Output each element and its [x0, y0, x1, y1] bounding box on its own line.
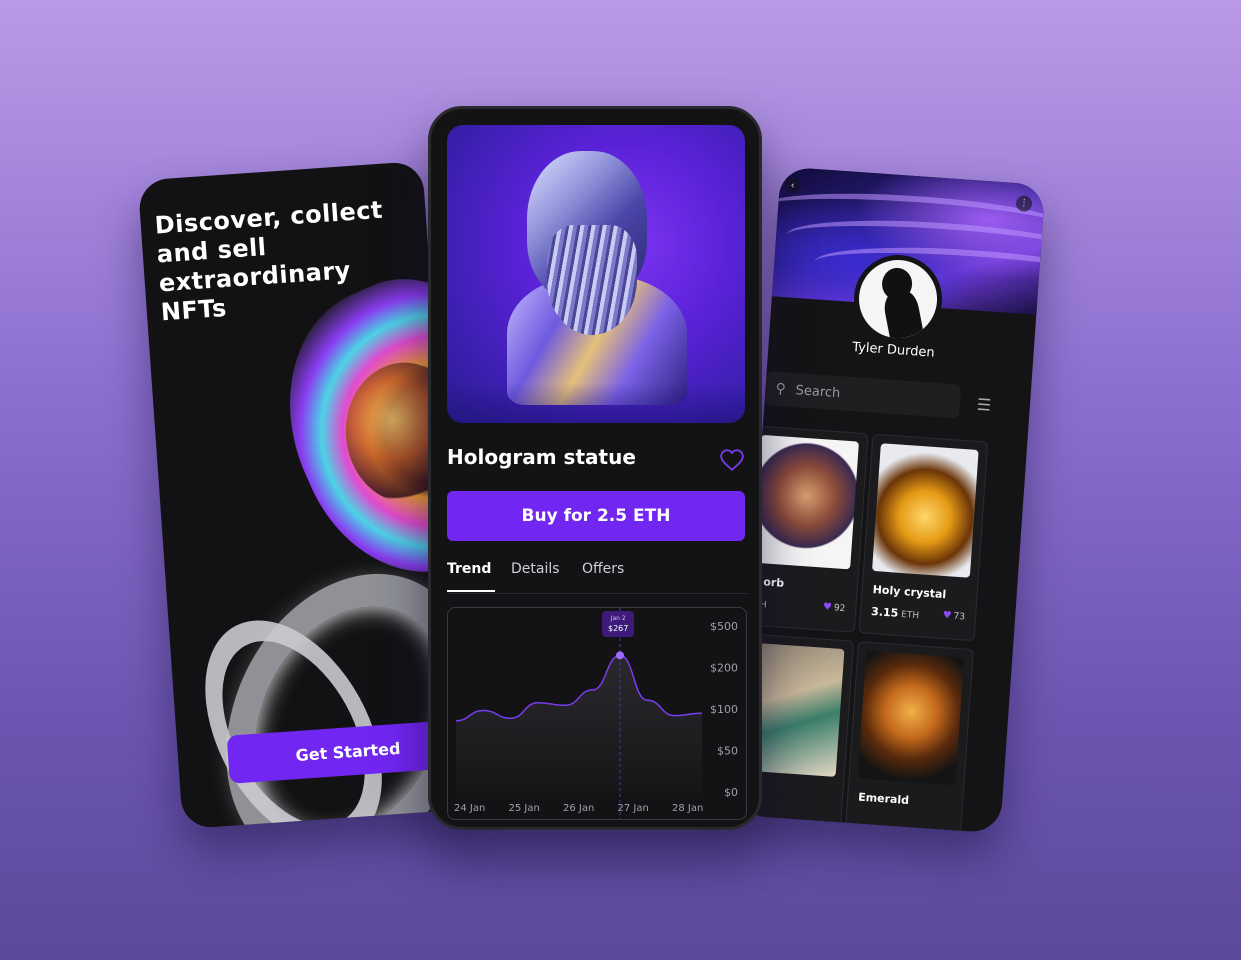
chart-tooltip: Jan 2 $267 — [602, 611, 635, 638]
chart-highlight-point — [616, 651, 624, 660]
heart-icon: ♥ — [942, 609, 952, 622]
onboarding-screen: Discover, collect and sell extraordinary… — [137, 160, 468, 830]
y-tick-label: $100 — [710, 703, 738, 716]
profile-screen: ‹ ⋮ Tyler Durden ⚲ ☰ c orb TH ♥92 Holy c… — [735, 166, 1046, 834]
nft-card-likes[interactable]: ♥92 — [823, 602, 846, 615]
nft-card-likes[interactable]: ♥73 — [942, 610, 965, 623]
buy-button[interactable]: Buy for 2.5 ETH — [447, 491, 745, 541]
x-tick-label: 26 Jan — [563, 803, 594, 814]
tab-details[interactable]: Details — [511, 561, 560, 577]
nft-card[interactable]: Holy crystal 3.15 ETH ♥73 — [858, 433, 989, 642]
heart-icon[interactable] — [719, 447, 745, 473]
filter-icon[interactable]: ☰ — [976, 395, 992, 415]
x-tick-label: 25 Jan — [509, 803, 540, 814]
x-tick-label: 28 Jan — [672, 803, 703, 814]
x-tick-label: 24 Jan — [454, 803, 485, 814]
search-box[interactable]: ⚲ — [764, 371, 962, 419]
detail-tabs: Trend Details Offers — [447, 561, 747, 594]
y-tick-label: $500 — [710, 620, 738, 633]
nft-card-price: 3.15 ETH — [870, 604, 920, 622]
profile-user-name: Tyler Durden — [851, 339, 936, 361]
tab-trend[interactable]: Trend — [447, 561, 491, 577]
tab-offers[interactable]: Offers — [582, 561, 624, 577]
x-tick-label: 27 Jan — [618, 803, 649, 814]
nft-card-image — [872, 443, 979, 578]
nft-card[interactable]: Emerald — [844, 641, 974, 834]
chart-tooltip-date: Jan 2 — [610, 615, 626, 623]
search-icon: ⚲ — [774, 380, 787, 398]
chart-tooltip-value: $267 — [608, 624, 629, 634]
y-tick-label: $0 — [724, 786, 738, 799]
chart-area — [456, 655, 702, 793]
nft-card-name: Emerald — [857, 790, 910, 808]
price-trend-svg: $500 $200 $100 $50 $0 24 Jan 25 Jan 26 Jan 27 Ja… — [454, 608, 738, 819]
nft-card-image — [752, 434, 859, 570]
active-tab-indicator — [447, 590, 495, 592]
nft-image — [447, 125, 745, 423]
nft-card-name: Holy crystal — [872, 582, 947, 602]
search-input[interactable] — [793, 381, 938, 409]
nft-title: Hologram statue — [447, 445, 636, 469]
nft-detail-screen: Hologram statue Buy for 2.5 ETH Trend De… — [428, 106, 762, 830]
nft-card-image — [857, 650, 965, 786]
price-trend-chart: $500 $200 $100 $50 $0 24 Jan 25 Jan 26 Jan 27 Ja… — [447, 607, 747, 820]
heart-icon: ♥ — [822, 601, 833, 614]
onboarding-headline: Discover, collect and sell extraordinary… — [153, 195, 384, 327]
y-tick-label: $50 — [717, 745, 738, 758]
y-tick-label: $200 — [710, 662, 738, 675]
